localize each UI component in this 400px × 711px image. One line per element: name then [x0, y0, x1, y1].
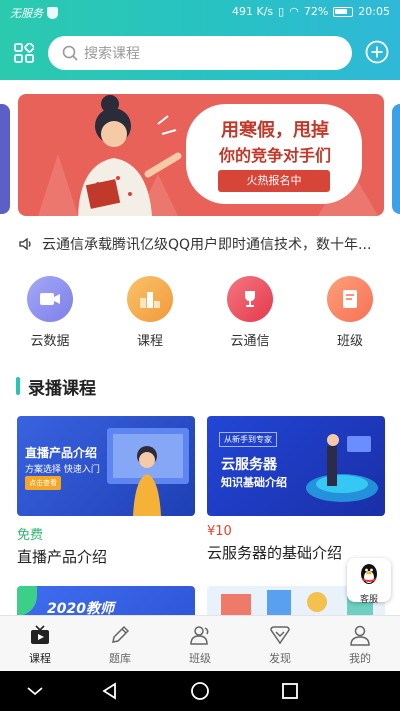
grid-menu-icon[interactable] — [14, 43, 34, 63]
banner-next-peek — [392, 104, 400, 214]
notice-text: 云通信承载腾讯亿级QQ用户即时通信技术，数十年... — [42, 237, 372, 253]
leaf-decor — [17, 586, 37, 615]
banner-subtitle: 你的竞争对手们 — [218, 146, 331, 165]
status-right: 491 K/s ▯ ◠ 72% 20:05 — [232, 5, 390, 18]
clock: 20:05 — [358, 5, 390, 18]
recents-icon[interactable] — [280, 681, 300, 701]
podium-icon — [127, 276, 173, 322]
shield-icon — [47, 7, 58, 19]
thumb-title: 2020教师 — [47, 601, 114, 615]
tab-label: 课程 — [29, 652, 51, 665]
tab-label: 我的 — [349, 652, 371, 665]
search-input[interactable]: 搜索课程 — [48, 36, 352, 70]
course-card[interactable]: 从新手到专家 云服务器 知识基础介绍 ¥10 云服务器的基础介绍 — [207, 416, 385, 563]
discover-icon — [270, 626, 290, 645]
course-card[interactable]: 直播产品介绍 方案选择 快速入门 点击查看 免费 直播产品介绍 — [17, 416, 195, 567]
bottom-tab-bar: 课程 题库 班级 发现 我的 — [0, 615, 400, 671]
speaker-icon — [19, 237, 31, 251]
vibrate-icon: ▯ — [278, 5, 285, 18]
user-icon — [350, 625, 370, 646]
course-title: 直播产品介绍 — [17, 548, 108, 566]
app-header: 无服务 491 K/s ▯ ◠ 72% 20:05 搜索课程 — [0, 0, 400, 80]
tab-label: 发现 — [269, 652, 291, 665]
carrier-text: 无服务 — [10, 7, 43, 20]
tab-discover[interactable]: 发现 — [240, 622, 320, 666]
notice-bar[interactable]: 云通信承载腾讯亿级QQ用户即时通信技术，数十年... — [0, 232, 400, 256]
category-grid: 云数据 课程 云通信 班级 — [0, 276, 400, 349]
course-price: ¥10 — [207, 524, 232, 539]
thumb-line1: 云服务器 — [221, 457, 277, 473]
category-label: 课程 — [136, 334, 163, 349]
status-bar: 无服务 491 K/s ▯ ◠ 72% 20:05 — [0, 0, 400, 26]
search-placeholder: 搜索课程 — [84, 46, 140, 62]
thumb-title: 直播产品介绍 — [25, 446, 98, 460]
banner-tag: 火热报名中 — [218, 170, 330, 192]
tab-label: 班级 — [189, 652, 211, 665]
tab-course[interactable]: 课程 — [0, 622, 80, 666]
course-thumbnail: 2020教师 — [17, 586, 195, 615]
thumb-button: 点击查看 — [25, 476, 61, 490]
customer-service-button[interactable]: 客服 — [347, 558, 391, 605]
section-accent-bar — [16, 377, 20, 395]
course-thumbnail: 直播产品介绍 方案选择 快速入门 点击查看 — [17, 416, 195, 516]
trophy-icon — [227, 276, 273, 322]
home-icon[interactable] — [190, 681, 210, 701]
top-bar: 搜索课程 — [0, 34, 400, 72]
category-class[interactable]: 班级 — [310, 276, 390, 349]
section-title: 录播课程 — [28, 378, 96, 399]
category-cloud-data[interactable]: 云数据 — [10, 276, 90, 349]
wifi-icon: ◠ — [289, 5, 299, 18]
thumb-subtitle: 方案选择 快速入门 — [25, 465, 100, 475]
status-left: 无服务 — [10, 5, 58, 21]
category-label: 云数据 — [30, 334, 70, 349]
search-icon — [62, 45, 78, 61]
banner-title: 用寒假，甩掉 — [221, 120, 329, 141]
banner-carousel[interactable]: 用寒假，甩掉 你的竞争对手们 火热报名中 — [0, 90, 400, 220]
banner-slide[interactable]: 用寒假，甩掉 你的竞争对手们 火热报名中 — [18, 94, 384, 216]
system-nav-bar — [0, 671, 400, 711]
tv-icon — [31, 625, 49, 644]
tab-question-bank[interactable]: 题库 — [80, 622, 160, 666]
penguin-icon — [361, 564, 377, 584]
battery-percent: 72% — [303, 5, 329, 18]
battery-icon — [333, 6, 354, 17]
net-speed: 491 K/s — [232, 5, 274, 18]
tab-mine[interactable]: 我的 — [320, 622, 400, 666]
course-price: 免费 — [17, 528, 44, 543]
group-icon — [190, 626, 209, 645]
customer-service-label: 客服 — [359, 595, 378, 605]
tab-class[interactable]: 班级 — [160, 622, 240, 666]
category-course[interactable]: 课程 — [110, 276, 190, 349]
category-cloud-comm[interactable]: 云通信 — [210, 276, 290, 349]
category-label: 班级 — [336, 334, 363, 349]
thumb-tag: 从新手到专家 — [219, 432, 277, 447]
pencil-icon — [112, 625, 130, 643]
video-camera-icon — [27, 276, 73, 322]
course-thumbnail: 从新手到专家 云服务器 知识基础介绍 — [207, 416, 385, 516]
thumb-line2: 知识基础介绍 — [221, 476, 287, 489]
category-label: 云通信 — [230, 334, 270, 349]
section-header: 录播课程 — [16, 376, 96, 399]
chevron-down-icon[interactable] — [25, 681, 45, 701]
add-icon[interactable] — [365, 40, 389, 64]
document-icon — [327, 276, 373, 322]
back-icon[interactable] — [100, 681, 120, 701]
tab-label: 题库 — [109, 652, 131, 665]
banner-prev-peek — [0, 104, 10, 214]
course-card[interactable]: 2020教师 — [17, 586, 195, 615]
